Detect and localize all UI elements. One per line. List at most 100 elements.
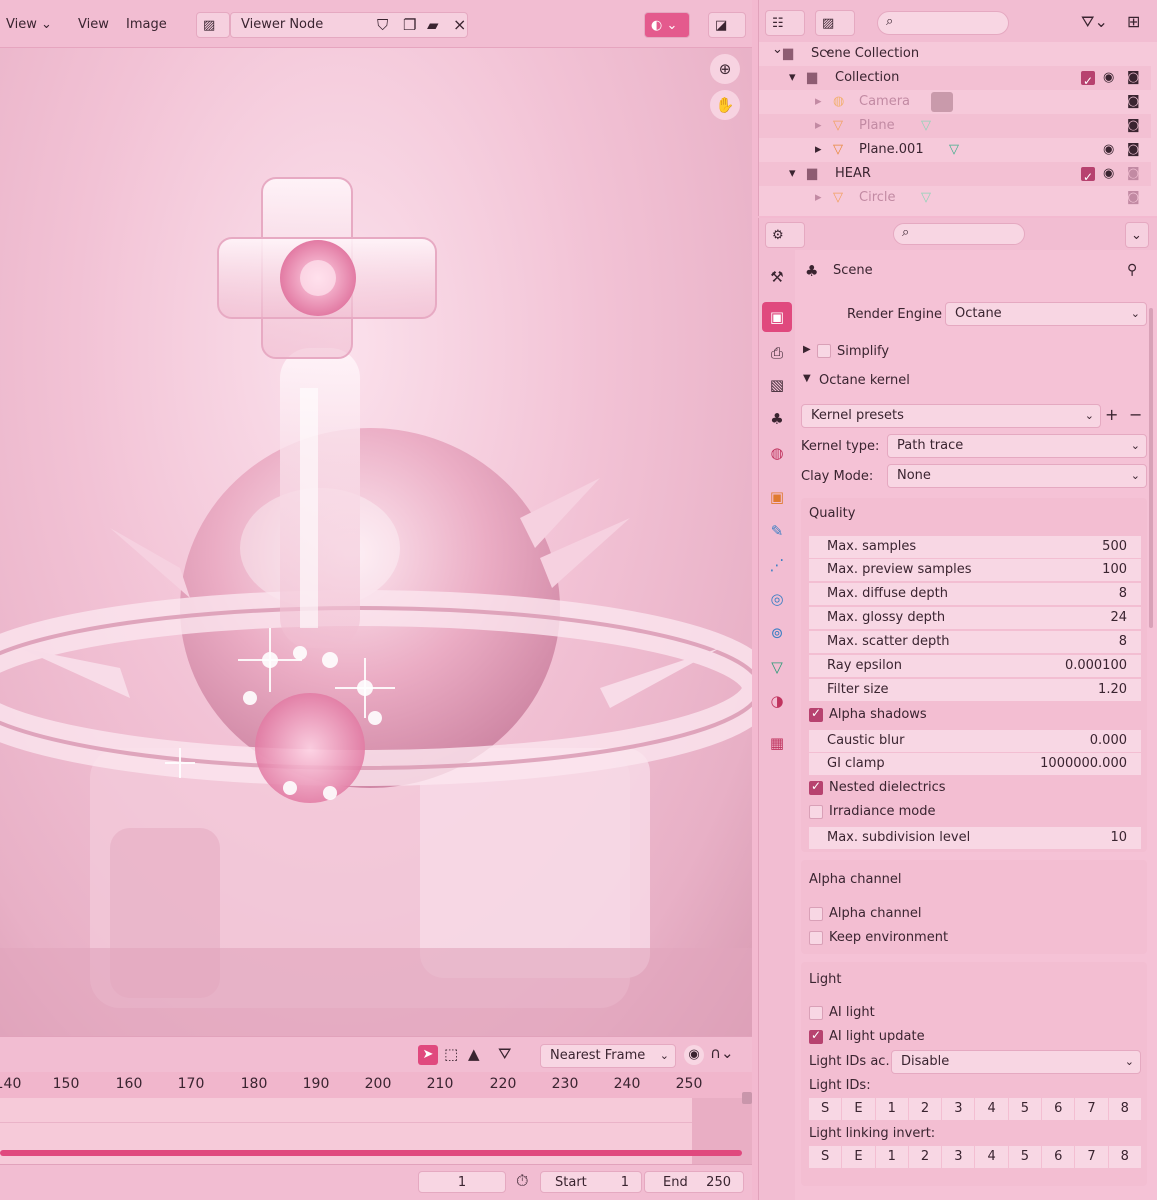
data-tab-icon[interactable]: ▽ (762, 652, 792, 682)
light-id-toggle[interactable]: 2 (908, 1098, 942, 1120)
alpha-channel-checkbox[interactable] (809, 907, 823, 921)
camera-render-icon[interactable]: ◙ (1127, 138, 1140, 162)
light-link-toggle[interactable]: E (842, 1146, 875, 1168)
light-id-toggle[interactable]: 6 (1042, 1098, 1075, 1120)
light-id-toggle[interactable]: 4 (975, 1098, 1008, 1120)
light-link-toggle[interactable]: 2 (908, 1146, 942, 1168)
world-tab-icon[interactable]: ◍ (762, 438, 792, 468)
timeline-track-area[interactable] (0, 1092, 752, 1164)
filter-type-button[interactable]: ▨ ⌄ (815, 10, 855, 57)
image-menu[interactable]: Image (120, 12, 173, 38)
properties-scrollbar[interactable] (1149, 308, 1153, 628)
camera-render-icon[interactable]: ◙ (1127, 114, 1140, 138)
ai-light-label[interactable]: AI light (829, 1005, 875, 1020)
outliner-row-collection[interactable]: ▾ ▆ Collection ◉ ◙ (759, 66, 1151, 93)
ray-epsilon-field[interactable]: Ray epsilon 0.000100 (809, 655, 1141, 677)
tool-tab-icon[interactable]: ⚒ (762, 262, 792, 292)
light-link-toggle[interactable]: 3 (942, 1146, 975, 1168)
caustic-blur-field[interactable]: Caustic blur 0.000 (809, 730, 1141, 752)
scroll-handle[interactable] (742, 1092, 752, 1104)
eye-icon[interactable]: ◉ (1103, 162, 1114, 186)
warning-icon[interactable]: ▲ (468, 1045, 480, 1063)
new-collection-icon[interactable]: ⊞ (1127, 12, 1140, 31)
texture-tab-icon[interactable]: ▦ (762, 728, 792, 758)
ai-light-update-checkbox[interactable] (809, 1028, 823, 1044)
camera-render-icon[interactable]: ◙ (1127, 186, 1140, 210)
close-icon[interactable]: × (453, 15, 466, 34)
view-menu-dropdown[interactable]: View ⌄ (0, 12, 58, 38)
outliner-row-camera[interactable]: ▸ ◍ Camera ◙ (759, 90, 1151, 114)
exclude-checkbox[interactable] (1081, 69, 1095, 93)
clay-mode-dropdown[interactable]: None ⌄ (887, 464, 1147, 488)
scene-tab-icon[interactable]: ♣ (762, 404, 792, 434)
output-tab-icon[interactable]: ⎙ (762, 338, 792, 368)
expand-arrow-icon[interactable]: ▶ (803, 344, 811, 355)
outliner-row-hear[interactable]: ▾ ▆ HEAR ◉ ◙ (759, 162, 1151, 189)
open-folder-icon[interactable]: ▰ (427, 16, 439, 34)
light-link-toggle[interactable]: 7 (1075, 1146, 1108, 1168)
pin-icon[interactable]: ⚲ (1127, 262, 1137, 278)
physics-tab-icon[interactable]: ◎ (762, 584, 792, 614)
outliner-row-plane-001[interactable]: ▸ ▽ Plane.001 ▽ ◉ ◙ (759, 138, 1151, 162)
light-link-toggle[interactable]: 5 (1008, 1146, 1042, 1168)
expand-arrow-icon[interactable]: ▾ (789, 66, 796, 90)
camera-render-icon[interactable]: ◙ (1127, 90, 1140, 114)
object-tab-icon[interactable]: ▣ (762, 482, 792, 512)
pan-hand-icon[interactable]: ✋ (710, 90, 740, 120)
start-frame-field[interactable]: Start 1 (540, 1171, 642, 1193)
filter-size-field[interactable]: Filter size 1.20 (809, 679, 1141, 701)
alpha-shadows-label[interactable]: Alpha shadows (829, 707, 927, 722)
add-preset-icon[interactable]: + (1105, 405, 1118, 424)
current-frame-field[interactable]: 1 (418, 1171, 506, 1193)
zoom-icon[interactable]: ⊕ (710, 54, 740, 84)
light-id-toggle[interactable]: 8 (1108, 1098, 1141, 1120)
end-frame-field[interactable]: End 250 (644, 1171, 744, 1193)
falloff-curve-icon[interactable]: ∩⌄ (710, 1044, 734, 1062)
timeline-ruler[interactable]: 140 150 160 170 180 190 200 210 220 230 … (0, 1072, 752, 1098)
expand-arrow-icon[interactable]: ▸ (815, 114, 822, 138)
image-browse-button[interactable]: ▨ (196, 12, 230, 38)
expand-arrow-icon[interactable]: ▸ (815, 90, 822, 114)
outliner-row-circle[interactable]: ▸ ▽ Circle ▽ ◙ (759, 186, 1151, 210)
viewer-node-field[interactable]: Viewer Node ⛉ ❐ ▰ × (230, 12, 468, 38)
fake-user-shield-icon[interactable]: ⛉ (377, 16, 388, 34)
outliner-row-plane[interactable]: ▸ ▽ Plane ▽ ◙ (759, 114, 1151, 138)
remove-preset-icon[interactable]: − (1129, 405, 1142, 424)
camera-render-icon[interactable]: ◙ (1127, 66, 1140, 90)
light-link-toggle[interactable]: 8 (1108, 1146, 1141, 1168)
alpha-channel-label[interactable]: Alpha channel (829, 906, 922, 921)
duplicate-icon[interactable]: ❐ (403, 16, 416, 34)
ai-light-checkbox[interactable] (809, 1006, 823, 1020)
simplify-label[interactable]: Simplify (837, 344, 889, 359)
nested-dielectrics-label[interactable]: Nested dielectrics (829, 780, 946, 795)
modifier-wrench-icon[interactable]: ✎ (762, 516, 792, 546)
quality-title[interactable]: Quality (809, 506, 855, 521)
light-id-toggle[interactable]: 7 (1075, 1098, 1108, 1120)
alpha-shadows-checkbox[interactable] (809, 706, 823, 722)
octane-kernel-label[interactable]: Octane kernel (819, 373, 910, 388)
light-link-toggle[interactable]: S (809, 1146, 842, 1168)
keep-environment-checkbox[interactable] (809, 931, 823, 945)
filter-icon[interactable]: ⛛ (498, 1044, 511, 1064)
view-menu[interactable]: View (72, 12, 115, 38)
max-scatter-depth-field[interactable]: Max. scatter depth 8 (809, 631, 1141, 653)
light-link-toggle[interactable]: 6 (1042, 1146, 1075, 1168)
irradiance-mode-checkbox[interactable] (809, 805, 823, 819)
light-id-toggle[interactable]: 5 (1008, 1098, 1042, 1120)
box-select-icon[interactable]: ⬚ (444, 1045, 458, 1063)
expand-arrow-icon[interactable]: ▸ (815, 138, 822, 162)
filter-icon[interactable]: ⛛⌄ (1081, 12, 1108, 32)
collapse-arrow-icon[interactable]: ▼ (803, 373, 811, 384)
kernel-type-dropdown[interactable]: Path trace ⌄ (887, 434, 1147, 458)
ai-light-update-label[interactable]: AI light update (829, 1029, 925, 1044)
keep-environment-label[interactable]: Keep environment (829, 930, 948, 945)
nested-dielectrics-checkbox[interactable] (809, 779, 823, 795)
properties-search-input[interactable]: ⌕ (893, 223, 1025, 245)
render-image-viewport[interactable]: ⊕ ✋ (0, 48, 752, 1036)
light-id-toggle[interactable]: S (809, 1098, 842, 1120)
gizmo-toggle-button[interactable]: ◪ (708, 12, 746, 38)
material-tab-icon[interactable]: ◑ (762, 686, 792, 716)
max-glossy-depth-field[interactable]: Max. glossy depth 24 (809, 607, 1141, 629)
light-link-toggle[interactable]: 1 (875, 1146, 908, 1168)
max-samples-field[interactable]: Max. samples 500 (809, 536, 1141, 558)
